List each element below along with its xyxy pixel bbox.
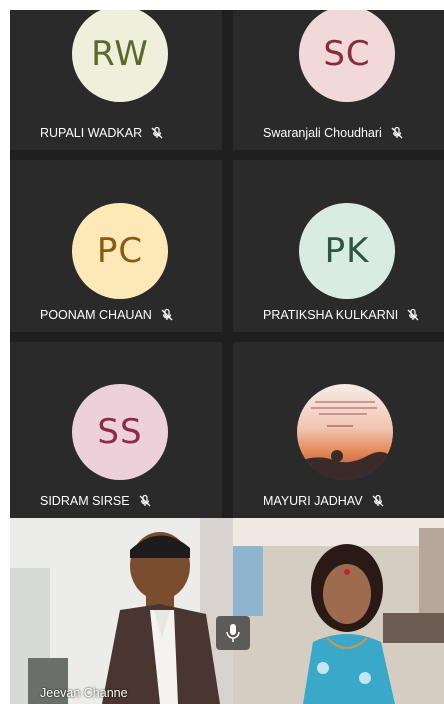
- participant-name: SIDRAM SIRSE: [40, 494, 152, 508]
- mic-button[interactable]: [216, 616, 250, 650]
- avatar: SS: [72, 384, 168, 480]
- avatar-initials: PC: [96, 231, 144, 271]
- mic-icon: [226, 624, 240, 642]
- participant-tile[interactable]: PC POONAM CHAUAN: [10, 160, 222, 332]
- participant-name: Swaranjali Choudhari: [263, 126, 404, 140]
- participant-tile[interactable]: MAYURI JADHAV: [233, 342, 444, 518]
- sunset-quote-photo: [297, 401, 393, 480]
- video-tile-jeevan[interactable]: Jeevan Channe: [10, 518, 233, 704]
- participant-name: PRATIKSHA KULKARNI: [263, 308, 420, 322]
- participant-tile[interactable]: SS SIDRAM SIRSE: [10, 342, 222, 518]
- mic-off-icon: [407, 308, 419, 321]
- video-tile-participant[interactable]: [233, 518, 444, 704]
- participant-name: POONAM CHAUAN: [40, 308, 174, 322]
- avatar-initials: SC: [323, 34, 371, 74]
- avatar-initials: PK: [324, 231, 370, 271]
- mic-off-icon: [139, 494, 151, 507]
- avatar: RW: [72, 10, 168, 102]
- mic-off-icon: [372, 494, 384, 507]
- man-video-feed: [10, 518, 233, 704]
- mic-off-icon: [151, 126, 163, 139]
- avatar-initials: SS: [97, 412, 143, 452]
- mic-off-icon: [391, 126, 403, 139]
- participant-name: MAYURI JADHAV: [263, 494, 385, 508]
- participant-name: RUPALI WADKAR: [40, 126, 164, 140]
- mic-off-icon: [161, 308, 173, 321]
- participant-name: Jeevan Channe: [40, 686, 128, 700]
- participant-tile[interactable]: RW RUPALI WADKAR: [10, 10, 222, 150]
- avatar-photo: [297, 384, 393, 480]
- meeting-grid: RW RUPALI WADKAR SC Swaranjali Choudhari…: [10, 10, 444, 704]
- avatar: PC: [72, 203, 168, 299]
- woman-video-feed: [233, 518, 444, 704]
- avatar-initials: RW: [91, 34, 149, 74]
- participant-tile[interactable]: PK PRATIKSHA KULKARNI: [233, 160, 444, 332]
- participant-tile[interactable]: SC Swaranjali Choudhari: [233, 10, 444, 150]
- avatar: SC: [299, 10, 395, 102]
- avatar: PK: [299, 203, 395, 299]
